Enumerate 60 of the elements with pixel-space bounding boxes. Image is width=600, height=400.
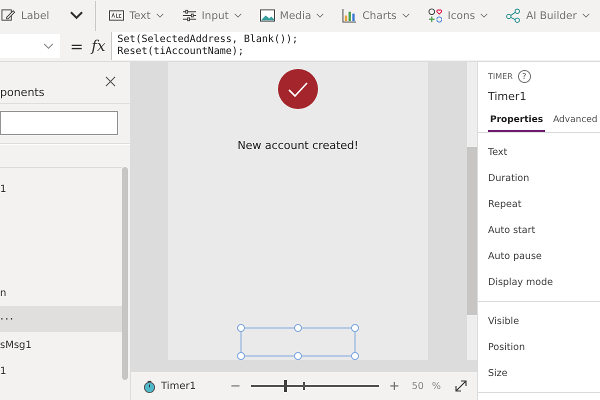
percent-sign: % <box>432 380 441 392</box>
property-label[interactable]: Visible <box>488 308 600 334</box>
tab[interactable]: Advanced <box>551 113 600 132</box>
slider-thumb[interactable] <box>284 380 288 392</box>
zoom-in-button[interactable]: + <box>384 378 404 394</box>
scrollbar[interactable] <box>467 62 477 360</box>
tree-item[interactable]: ··· <box>0 306 122 332</box>
label-button[interactable]: Label <box>0 0 58 31</box>
zoom-out-button[interactable]: − <box>226 378 245 394</box>
chevron-down-icon <box>402 13 410 18</box>
zoom-value: 50 <box>412 380 424 392</box>
checkmark-icon <box>278 69 318 109</box>
control-name: Timer1 <box>161 380 196 392</box>
toolbar-menu-button[interactable]: Text <box>100 0 173 31</box>
tree-item[interactable]: 1 <box>0 358 122 384</box>
image-icon <box>260 8 275 23</box>
stopwatch-icon <box>143 380 156 392</box>
search-field[interactable] <box>0 111 118 135</box>
sliders-icon <box>182 8 197 23</box>
tab[interactable]: Properties <box>488 113 546 132</box>
property-label[interactable]: Duration <box>488 165 600 191</box>
property-label[interactable]: Position <box>488 334 600 360</box>
toolbar-menu-button[interactable]: Media <box>250 0 334 31</box>
expand-icon[interactable] <box>455 380 467 392</box>
chevron-down-icon <box>156 13 164 18</box>
network-icon <box>506 8 522 23</box>
property-label[interactable]: Size <box>488 360 600 386</box>
property-label[interactable]: Auto pause <box>488 243 600 269</box>
chevron-down-icon <box>43 42 54 50</box>
toolbar-menu-button[interactable]: Input <box>172 0 251 31</box>
equals-sign: = <box>70 36 84 56</box>
message-label: New account created! <box>237 139 359 152</box>
tree-item[interactable]: n <box>0 280 122 306</box>
property-label[interactable]: Text <box>488 139 600 165</box>
scrollbar[interactable] <box>122 167 128 380</box>
property-label[interactable]: Repeat <box>488 191 600 217</box>
bar-chart-icon <box>342 8 358 23</box>
shapes-icon <box>428 8 443 23</box>
panel-title: ponents <box>0 86 44 101</box>
close-icon[interactable] <box>105 76 116 87</box>
help-icon[interactable]: ? <box>518 70 531 83</box>
tree-item[interactable]: sMsg1 <box>0 332 122 358</box>
toolbar-menu-button[interactable]: Charts <box>333 0 419 31</box>
chevron-down-icon <box>480 13 488 18</box>
more-options-icon[interactable]: ··· <box>0 312 14 326</box>
chevron-down-icon <box>70 11 84 20</box>
property-label[interactable]: Display mode <box>488 269 600 295</box>
chevron-down-icon <box>234 13 242 18</box>
property-label[interactable]: Auto start <box>488 217 600 243</box>
formula-field[interactable]: Set(SelectedAddress, Blank()); Reset(tiAccountName); <box>111 32 600 60</box>
chevron-down-icon <box>316 13 324 18</box>
chevron-down-icon <box>582 13 590 18</box>
tree-item[interactable]: 1 <box>0 176 122 202</box>
control-type: TIMER <box>488 72 513 81</box>
control-name: Timer1 <box>488 90 528 103</box>
fx-label: fx <box>91 37 106 55</box>
toolbar-menu-button[interactable]: Icons <box>418 0 498 31</box>
toolbar-menu-button[interactable]: AI Builder <box>497 0 599 31</box>
edit-icon <box>1 8 16 23</box>
text-box-icon <box>109 8 124 23</box>
